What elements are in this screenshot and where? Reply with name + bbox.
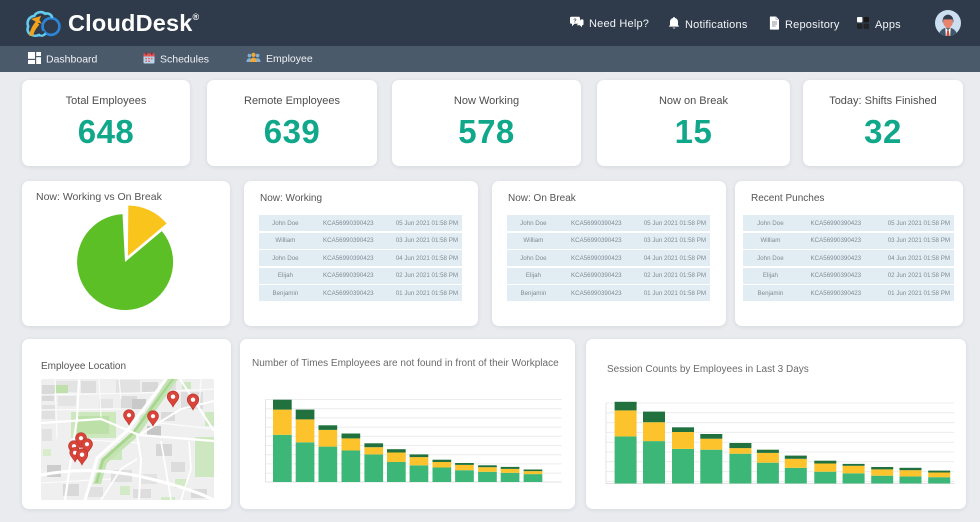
svg-text:?: ? xyxy=(573,19,577,25)
